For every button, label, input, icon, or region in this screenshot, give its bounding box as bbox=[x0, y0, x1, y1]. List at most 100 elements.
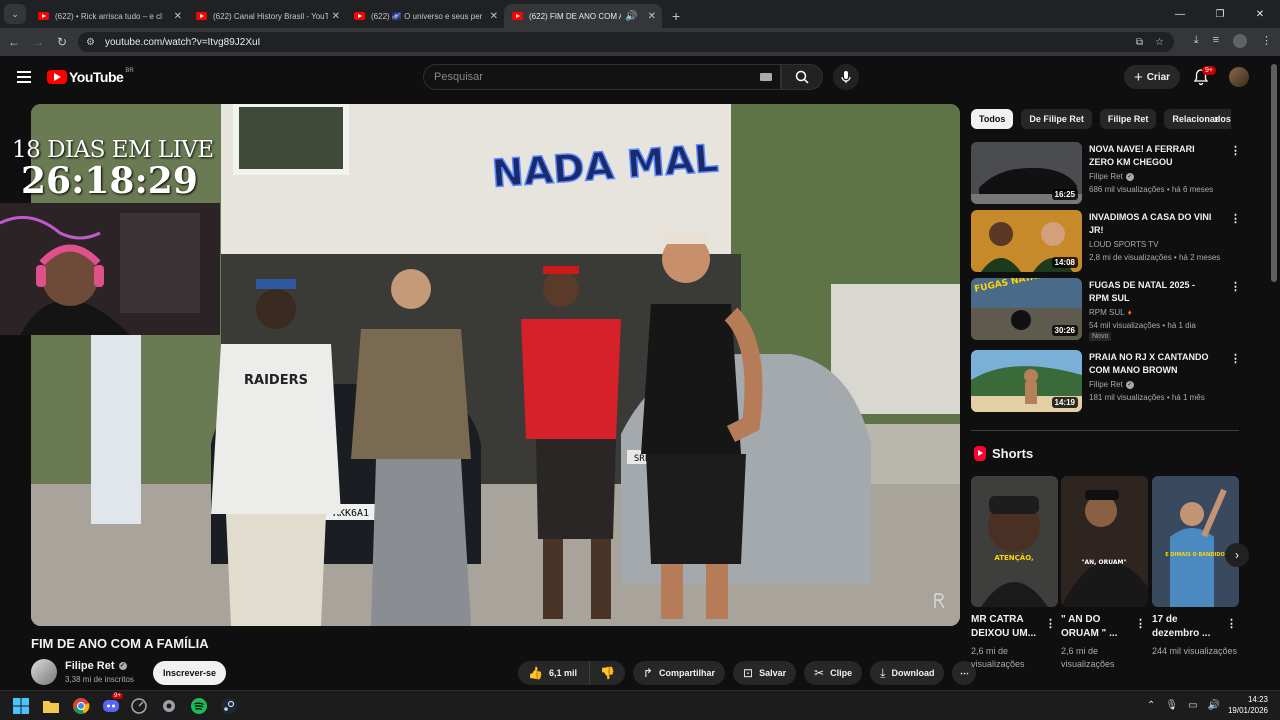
clip-button[interactable]: ✂ Clipe bbox=[804, 661, 863, 685]
video-thumbnail[interactable]: 16:25 bbox=[971, 142, 1082, 204]
browser-menu-icon[interactable]: ⋮ bbox=[1261, 34, 1272, 48]
profile-avatar[interactable] bbox=[1233, 34, 1247, 48]
recommendation-item[interactable]: 14:08 INVADIMOS A CASA DO VINI JR! LOUD … bbox=[971, 210, 1241, 274]
browser-tab[interactable]: (622) Canal History Brasil - YouT ✕ bbox=[188, 4, 346, 28]
more-vertical-icon[interactable]: ⋮ bbox=[1045, 617, 1056, 630]
reload-icon[interactable]: ↻ bbox=[50, 35, 74, 49]
chrome-icon[interactable] bbox=[72, 697, 90, 715]
short-title[interactable]: MR CATRA DEIXOU UM... bbox=[971, 613, 1043, 641]
chip-todos[interactable]: Todos bbox=[971, 109, 1014, 129]
site-info-icon[interactable]: ⚙ bbox=[86, 37, 95, 48]
more-vertical-icon[interactable]: ⋮ bbox=[1230, 352, 1241, 365]
hamburger-menu-icon[interactable] bbox=[17, 71, 31, 83]
short-item[interactable]: ATENÇÃO, MR CATRA DEIXOU UM... ⋮ 2,6 mi … bbox=[971, 476, 1058, 669]
create-button[interactable]: + Criar bbox=[1124, 65, 1180, 89]
user-avatar[interactable] bbox=[1229, 67, 1249, 87]
close-window-icon[interactable]: ✕ bbox=[1240, 9, 1280, 20]
recommendation-title[interactable]: INVADIMOS A CASA DO VINI JR! bbox=[1089, 211, 1214, 237]
channel-name[interactable]: Filipe Ret ✓ bbox=[65, 660, 127, 672]
short-item[interactable]: E DIMAIS O BANDIDO 17 de dezembro ... ⋮ … bbox=[1152, 476, 1239, 656]
more-vertical-icon[interactable]: ⋮ bbox=[1135, 617, 1146, 630]
network-icon[interactable]: ▭ bbox=[1188, 700, 1197, 711]
browser-tab-active[interactable]: (622) FIM DE ANO COM A F 🔊 ✕ bbox=[504, 4, 662, 28]
more-vertical-icon[interactable]: ⋮ bbox=[1230, 280, 1241, 293]
short-thumbnail[interactable]: "AN, ORUAM" bbox=[1061, 476, 1148, 607]
file-explorer-icon[interactable] bbox=[42, 697, 60, 715]
short-title[interactable]: 17 de dezembro ... bbox=[1152, 613, 1224, 641]
tab-close-icon[interactable]: ✕ bbox=[490, 11, 498, 22]
share-label: Compartilhar bbox=[658, 668, 715, 678]
new-tab-icon[interactable]: + bbox=[672, 8, 680, 24]
recommendation-item[interactable]: 16:25 NOVA NAVE! A FERRARI ZERO KM CHEGO… bbox=[971, 142, 1241, 206]
video-thumbnail[interactable]: FUGAS NATALINAS 30:26 bbox=[971, 278, 1082, 340]
microphone-tray-icon[interactable]: 🎙 bbox=[1165, 700, 1178, 711]
subscribe-button[interactable]: Inscrever-se bbox=[153, 661, 226, 685]
save-button[interactable]: ⊡ Salvar bbox=[733, 661, 797, 685]
taskbar-clock[interactable]: 14:23 19/01/2026 bbox=[1228, 694, 1268, 716]
cast-icon[interactable]: ⧉ bbox=[1136, 37, 1143, 48]
like-button[interactable]: 👍 6,1 mil bbox=[518, 661, 590, 685]
spotify-icon[interactable] bbox=[190, 697, 208, 715]
short-thumbnail[interactable]: ATENÇÃO, bbox=[971, 476, 1058, 607]
recommendation-channel[interactable]: Filipe Ret ✓ bbox=[1089, 380, 1134, 389]
short-title[interactable]: " AN DO ORUAM " ... bbox=[1061, 613, 1133, 641]
address-bar[interactable]: ⚙ youtube.com/watch?v=Itvg89J2XuI ⧉ ☆ bbox=[78, 32, 1174, 52]
forward-icon[interactable]: → bbox=[26, 35, 50, 49]
share-button[interactable]: ↱ Compartilhar bbox=[632, 661, 725, 685]
video-thumbnail[interactable]: 14:19 bbox=[971, 350, 1082, 412]
recommendation-channel[interactable]: RPM SUL ♦ bbox=[1089, 308, 1132, 317]
short-thumbnail[interactable]: E DIMAIS O BANDIDO bbox=[1152, 476, 1239, 607]
short-item[interactable]: "AN, ORUAM" " AN DO ORUAM " ... ⋮ 2,6 mi… bbox=[1061, 476, 1148, 669]
tab-close-icon[interactable]: ✕ bbox=[174, 11, 182, 22]
windows-start-icon[interactable] bbox=[12, 697, 30, 715]
keyboard-icon[interactable] bbox=[760, 73, 772, 81]
browser-tab[interactable]: (622) 🌌 O universo e seus per ✕ bbox=[346, 4, 504, 28]
youtube-logo-icon bbox=[47, 70, 67, 84]
channel-avatar[interactable] bbox=[31, 659, 57, 685]
steam-icon[interactable] bbox=[220, 697, 238, 715]
recommendation-title[interactable]: NOVA NAVE! A FERRARI ZERO KM CHEGOU bbox=[1089, 143, 1214, 169]
dislike-button[interactable]: 👎 bbox=[589, 661, 625, 685]
tab-close-icon[interactable]: ✕ bbox=[648, 11, 656, 22]
chip-de-filipe-ret[interactable]: De Filipe Ret bbox=[1021, 109, 1092, 129]
speedometer-icon[interactable] bbox=[130, 697, 148, 715]
divider bbox=[971, 430, 1239, 431]
playlist-icon[interactable]: ≡ bbox=[1213, 34, 1219, 48]
search-button[interactable] bbox=[781, 64, 823, 90]
more-vertical-icon[interactable]: ⋮ bbox=[1226, 617, 1237, 630]
chip-filipe-ret[interactable]: Filipe Ret bbox=[1099, 109, 1157, 129]
shorts-heading-text: Shorts bbox=[992, 446, 1034, 461]
recommendation-title[interactable]: FUGAS DE NATAL 2025 - RPM SUL bbox=[1089, 279, 1214, 305]
recommendation-title[interactable]: PRAIA NO RJ X CANTANDO COM MANO BROWN bbox=[1089, 351, 1214, 377]
download-button[interactable]: ⤓ Download bbox=[870, 661, 945, 685]
speaker-icon[interactable]: 🔊 bbox=[625, 11, 637, 22]
settings-gear-icon[interactable] bbox=[160, 697, 178, 715]
notification-badge: 9+ bbox=[1202, 66, 1216, 75]
youtube-logo[interactable]: YouTube BR bbox=[47, 68, 134, 85]
search-input[interactable]: Pesquisar bbox=[423, 64, 781, 90]
more-vertical-icon[interactable]: ⋮ bbox=[1230, 144, 1241, 157]
discord-icon[interactable] bbox=[102, 697, 120, 715]
back-icon[interactable]: ← bbox=[2, 35, 26, 49]
video-thumbnail[interactable]: 14:08 bbox=[971, 210, 1082, 272]
browser-tab[interactable]: (622) • Rick arrisca tudo – e cl ✕ bbox=[30, 4, 188, 28]
minimize-icon[interactable]: — bbox=[1160, 9, 1200, 20]
tab-close-icon[interactable]: ✕ bbox=[332, 11, 340, 22]
browser-toolbar: ← → ↻ ⚙ youtube.com/watch?v=Itvg89J2XuI … bbox=[0, 28, 1280, 56]
bookmark-star-icon[interactable]: ☆ bbox=[1155, 37, 1164, 48]
more-vertical-icon[interactable]: ⋮ bbox=[1230, 212, 1241, 225]
maximize-icon[interactable]: ❐ bbox=[1200, 9, 1240, 20]
recommendation-item[interactable]: 14:19 PRAIA NO RJ X CANTANDO COM MANO BR… bbox=[971, 350, 1241, 414]
page-scrollbar[interactable] bbox=[1271, 64, 1277, 282]
chip-relacionados[interactable]: Relacionados bbox=[1164, 109, 1231, 129]
voice-search-button[interactable] bbox=[833, 64, 859, 90]
shorts-next-button[interactable]: › bbox=[1225, 543, 1249, 567]
recommendation-channel[interactable]: LOUD SPORTS TV bbox=[1089, 240, 1159, 249]
recommendation-item[interactable]: FUGAS NATALINAS 30:26 FUGAS DE NATAL 202… bbox=[971, 278, 1241, 342]
tab-search-chevron-icon[interactable]: ⌄ bbox=[4, 4, 26, 24]
volume-icon[interactable]: 🔊 bbox=[1208, 700, 1220, 711]
chevron-up-icon[interactable]: ⌃ bbox=[1147, 700, 1155, 711]
recommendation-channel[interactable]: Filipe Ret ✓ bbox=[1089, 172, 1134, 181]
downloads-icon[interactable]: ⤓ bbox=[1194, 34, 1199, 48]
chevron-right-icon[interactable]: › bbox=[1214, 111, 1218, 126]
